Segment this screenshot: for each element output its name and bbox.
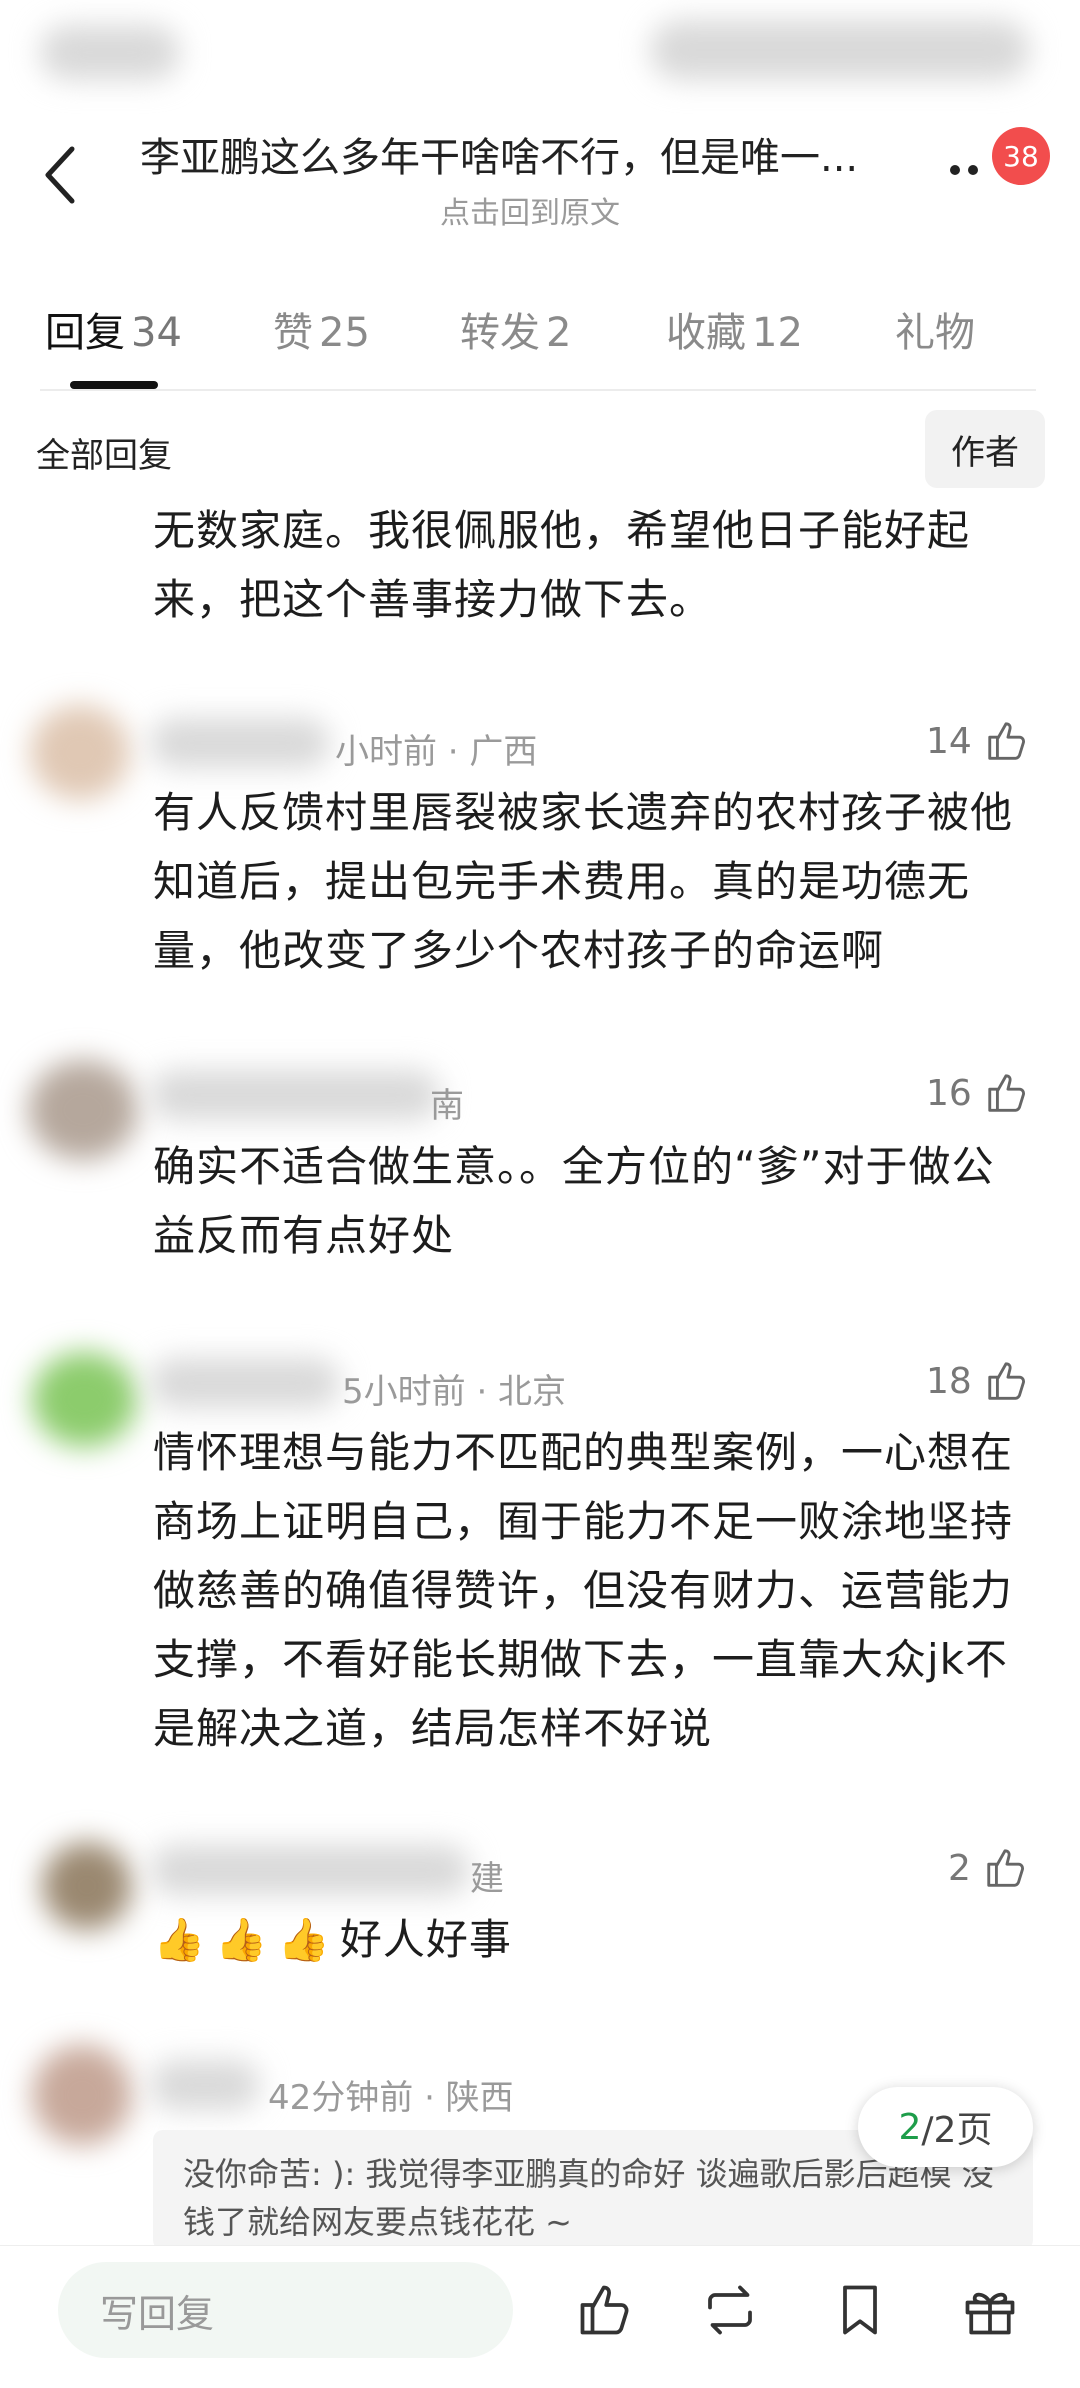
status-bar-left-blur — [40, 25, 180, 80]
comment-text: 👍👍👍好人好事 — [153, 1915, 512, 1964]
comment-meta: 小时前 · 广西 — [335, 732, 538, 772]
like-button[interactable]: 14 — [926, 718, 1030, 764]
username-blur[interactable] — [150, 1358, 340, 1408]
more-dot-icon — [950, 165, 960, 175]
notification-badge[interactable]: 38 — [992, 127, 1050, 185]
username-blur[interactable] — [150, 1845, 470, 1895]
like-button[interactable]: 16 — [926, 1070, 1030, 1116]
status-bar-right-blur — [650, 20, 1030, 80]
bookmark-icon[interactable] — [830, 2280, 890, 2340]
like-button[interactable]: 2 — [948, 1845, 1029, 1891]
comment-meta: 南 — [430, 1086, 464, 1126]
avatar[interactable] — [42, 1842, 132, 1930]
like-icon[interactable] — [575, 2280, 635, 2340]
like-button[interactable]: 18 — [926, 1358, 1030, 1404]
thumbs-up-icon — [988, 1074, 1025, 1112]
thumbs-up-icon — [988, 1362, 1025, 1400]
tab-favorites[interactable]: 收藏 12 — [666, 300, 803, 358]
thumbs-up-icon — [988, 722, 1025, 760]
repost-icon[interactable] — [700, 2280, 760, 2340]
comment-text: 情怀理想与能力不匹配的典型案例，一心想在商场上证明自己，囿于能力不足一败涂地坚持… — [153, 1428, 1014, 1753]
author-filter-button[interactable]: 作者 — [925, 410, 1045, 488]
more-dot-icon — [968, 165, 978, 175]
avatar[interactable] — [30, 705, 130, 800]
tab-likes[interactable]: 赞 25 — [273, 300, 370, 358]
tab-divider — [40, 389, 1036, 391]
post-title[interactable]: 李亚鹏这么多年干啥啥不行，但是唯一... — [140, 125, 940, 183]
thumbs-up-icon — [987, 1849, 1024, 1887]
comment-text: 确实不适合做生意。。全方位的“爹”对于做公益反而有点好处 — [153, 1142, 995, 1260]
back-button[interactable] — [20, 125, 100, 225]
avatar[interactable] — [28, 1060, 138, 1160]
chevron-left-icon — [45, 146, 75, 204]
username-blur[interactable] — [150, 1070, 440, 1120]
back-to-original-link[interactable]: 点击回到原文 — [440, 188, 620, 232]
comment-meta: 42分钟前 · 陕西 — [268, 2078, 514, 2118]
tab-reposts[interactable]: 转发 2 — [460, 300, 571, 358]
comment-text: 有人反馈村里唇裂被家长遗弃的农村孩子被他知道后，提出包完手术费用。真的是功德无量… — [153, 788, 1014, 975]
more-options-button[interactable] — [950, 160, 990, 180]
reply-input[interactable]: 写回复 — [58, 2262, 513, 2358]
comment-meta: 建 — [470, 1859, 504, 1899]
comment-meta: 5小时前 · 北京 — [342, 1372, 567, 1412]
reply-preview-text: 没你命苦: ): 我觉得李亚鹏真的命好 谈遍歌后影后超模 没钱了就给网友要点钱花… — [183, 2155, 994, 2241]
all-replies-label[interactable]: 全部回复 — [36, 428, 172, 477]
active-tab-indicator — [70, 381, 158, 389]
avatar[interactable] — [32, 1352, 137, 1447]
username-blur[interactable] — [150, 718, 330, 768]
tab-bar: 回复 34 赞 25 转发 2 收藏 12 礼物 — [40, 300, 1040, 360]
comment-text: 无数家庭。我很佩服他，希望他日子能好起来，把这个善事接力做下去。 — [153, 506, 971, 624]
tab-gifts[interactable]: 礼物 — [895, 300, 975, 358]
thumbs-up-emoji: 👍👍👍 — [153, 1915, 340, 1964]
gift-icon[interactable] — [960, 2280, 1020, 2340]
username-blur[interactable] — [150, 2060, 260, 2110]
avatar[interactable] — [32, 2045, 132, 2145]
page-indicator[interactable]: 2/2页 — [858, 2087, 1033, 2167]
tab-replies[interactable]: 回复 34 — [45, 300, 182, 358]
